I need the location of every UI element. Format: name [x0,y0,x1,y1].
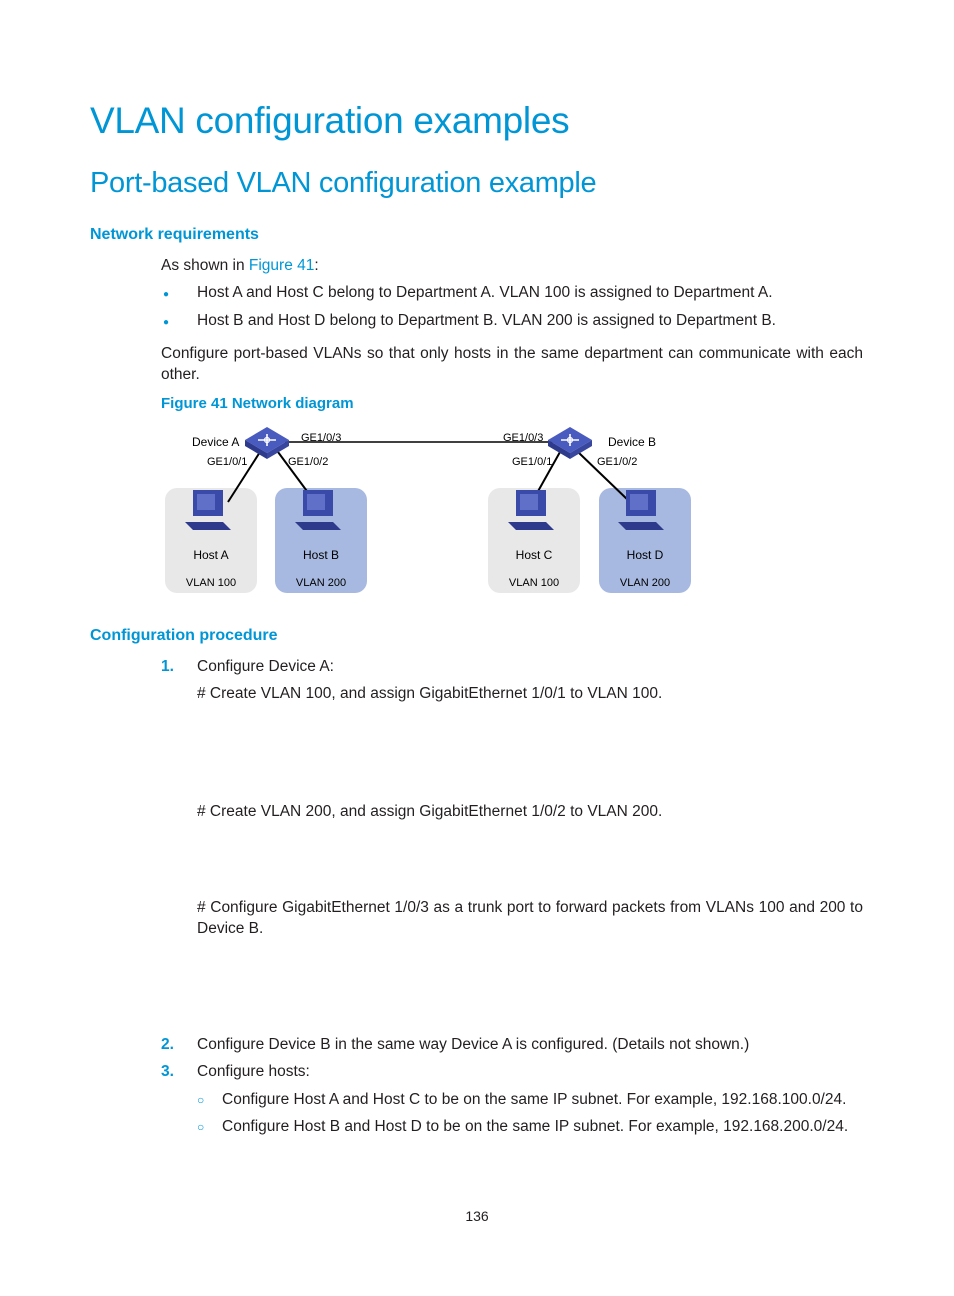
figure-41-link[interactable]: Figure 41 [249,257,314,274]
requirement-bullet: Host B and Host D belong to Department B… [197,312,776,329]
step-text: Configure hosts: [197,1063,310,1080]
step-number: 3. [161,1063,174,1080]
requirement-bullet: Host A and Host C belong to Department A… [197,284,773,301]
intro-suffix: : [314,257,319,274]
bullet-icon: ● [163,289,170,300]
substep-text: Configure Host B and Host D to be on the… [222,1118,849,1135]
step-number: 2. [161,1036,174,1053]
device-a-port-uplink: GE1/0/3 [301,432,341,444]
switch-icon [245,427,289,459]
host-b-vlan: VLAN 200 [296,577,346,589]
step-text: Configure Device A: [197,658,334,675]
configuration-procedure-heading: Configuration procedure [90,627,278,644]
network-requirements-heading: Network requirements [90,226,259,243]
step-number: 1. [161,658,174,675]
section-title: Port-based VLAN configuration example [90,167,597,199]
chapter-title: VLAN configuration examples [90,100,570,141]
bullet-icon: ● [163,317,170,328]
host-a-vlan: VLAN 100 [186,577,236,589]
step-comment: # Configure GigabitEthernet 1/0/3 as a t… [197,899,863,937]
step-text: Configure Device B in the same way Devic… [197,1036,750,1053]
step-comment: # Create VLAN 100, and assign GigabitEth… [197,685,663,702]
circle-bullet-icon: ○ [197,1093,205,1107]
step-comment: # Create VLAN 200, and assign GigabitEth… [197,803,663,820]
circle-bullet-icon: ○ [197,1120,205,1134]
host-c-vlan: VLAN 100 [509,577,559,589]
device-b-port2: GE1/0/2 [597,456,637,468]
device-a-port1: GE1/0/1 [207,456,247,468]
page-number: 136 [465,1208,489,1224]
host-c-label: Host C [516,548,553,562]
host-b-label: Host B [303,548,339,562]
device-b-label: Device B [608,435,656,449]
figure-caption: Figure 41 Network diagram [161,395,354,412]
host-d-label: Host D [627,548,664,562]
device-a-port2: GE1/0/2 [288,456,328,468]
requirements-paragraph: Configure port-based VLANs so that only … [161,345,863,383]
host-d-vlan: VLAN 200 [620,577,670,589]
substep-text: Configure Host A and Host C to be on the… [222,1091,847,1108]
intro-prefix: As shown in [161,257,249,274]
network-diagram: Device A GE1/0/3 GE1/0/1 GE1/0/2 Device … [165,427,691,593]
device-b-port1: GE1/0/1 [512,456,552,468]
device-b-port-uplink: GE1/0/3 [503,432,543,444]
host-a-label: Host A [193,548,228,562]
device-a-label: Device A [192,435,239,449]
switch-icon [548,427,592,459]
intro-line: As shown in Figure 41: [161,257,319,275]
